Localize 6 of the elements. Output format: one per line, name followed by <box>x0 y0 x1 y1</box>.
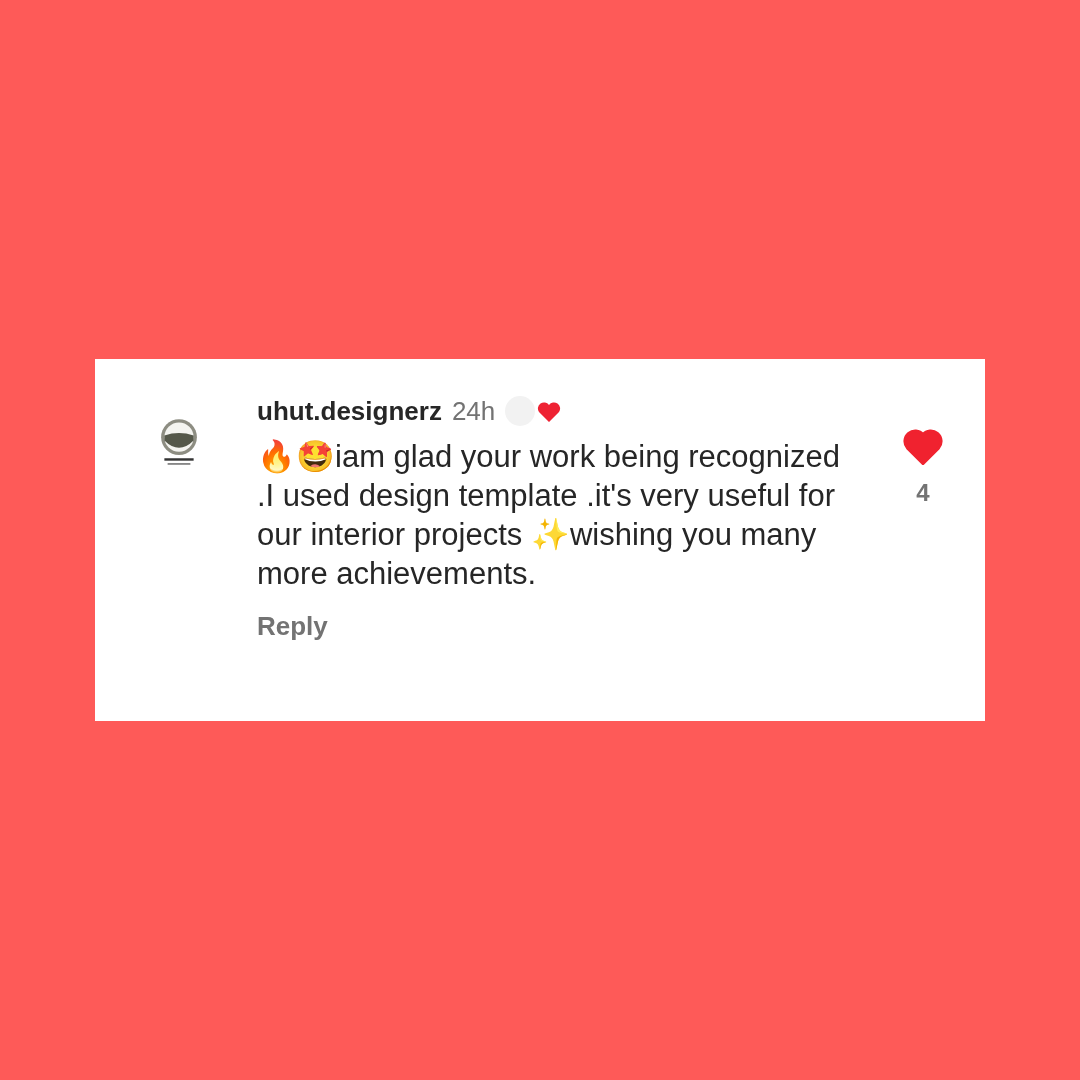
comment-text: 🔥🤩iam glad your work being recognized .I used design template .it's very useful for our interior projects ✨wishing you many more achievements. <box>257 438 841 593</box>
username[interactable]: uhut.designerz <box>257 395 442 427</box>
timestamp: 24h <box>451 395 496 427</box>
like-count: 4 <box>916 479 930 507</box>
heart-icon[interactable] <box>903 429 943 465</box>
reply-link[interactable]: Reply <box>257 611 328 642</box>
